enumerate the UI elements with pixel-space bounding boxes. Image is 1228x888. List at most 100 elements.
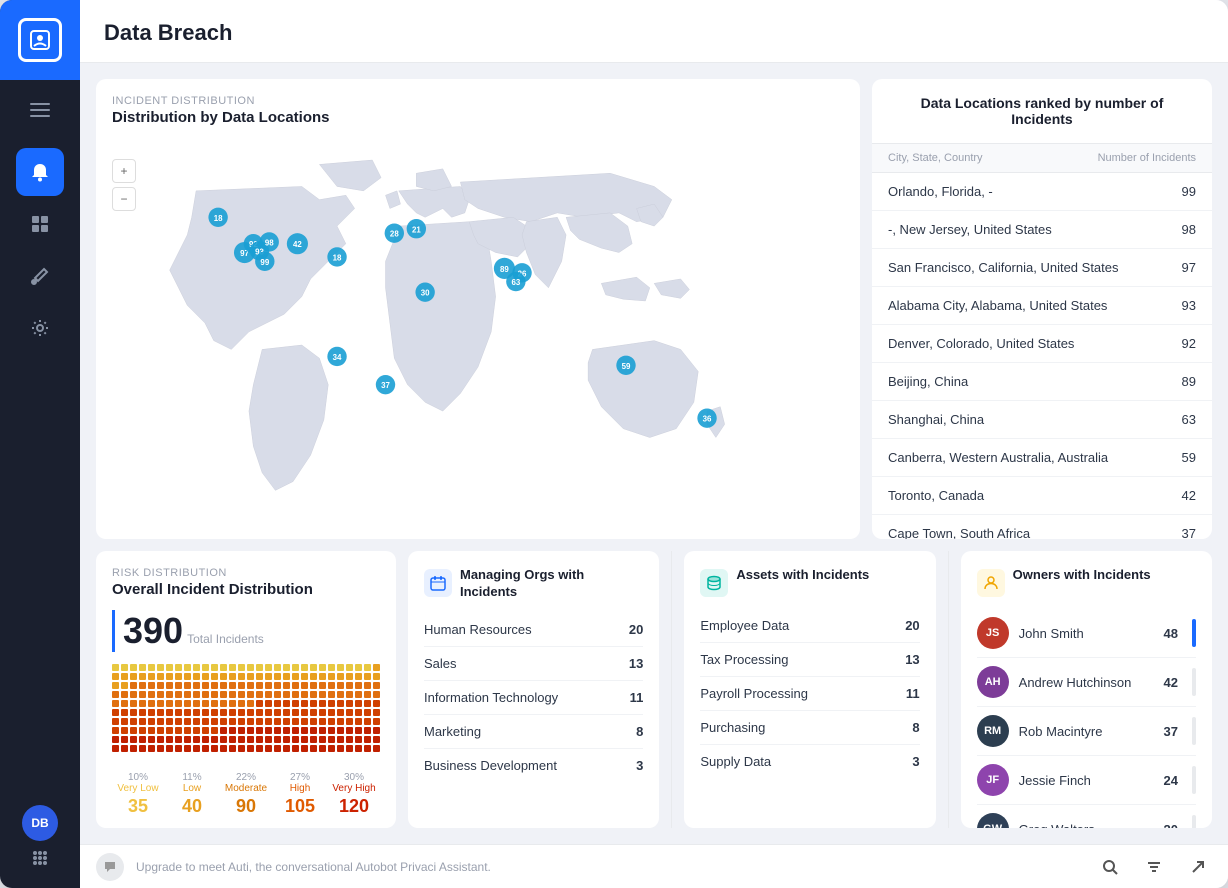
dot	[265, 709, 272, 716]
risk-name-low: Low	[166, 783, 218, 794]
menu-toggle-button[interactable]	[0, 88, 80, 132]
dot	[166, 736, 173, 743]
dot	[337, 682, 344, 689]
zoom-out-button[interactable]: −	[112, 187, 136, 211]
dot	[355, 745, 362, 752]
user-avatar[interactable]: DB	[22, 805, 58, 841]
svg-text:89: 89	[500, 265, 509, 274]
dot	[148, 745, 155, 752]
dot	[193, 718, 200, 725]
dot	[274, 664, 281, 671]
dot	[238, 673, 245, 680]
dot	[175, 709, 182, 716]
list-item: Sales 13	[424, 647, 643, 681]
dot	[247, 745, 254, 752]
dot	[220, 736, 227, 743]
location-text: Shanghai, China	[888, 412, 984, 427]
dot	[175, 700, 182, 707]
dot	[364, 673, 371, 680]
dot	[112, 718, 119, 725]
dot	[157, 664, 164, 671]
count-bar	[1192, 668, 1196, 696]
total-label: Total Incidents	[187, 632, 264, 646]
dot	[355, 736, 362, 743]
risk-count-moderate: 90	[220, 796, 272, 817]
dot	[220, 745, 227, 752]
avatar: JS	[977, 617, 1009, 649]
app-logo[interactable]	[0, 0, 80, 80]
avatar: RM	[977, 715, 1009, 747]
share-button[interactable]	[1184, 853, 1212, 881]
dot	[337, 727, 344, 734]
dot	[310, 664, 317, 671]
dot	[310, 700, 317, 707]
count-text: 93	[1182, 298, 1196, 313]
location-text: -, New Jersey, United States	[888, 222, 1052, 237]
dot	[166, 673, 173, 680]
sidebar-item-alerts[interactable]	[16, 148, 64, 196]
dot	[292, 745, 299, 752]
dot	[130, 727, 137, 734]
count-text: 59	[1182, 450, 1196, 465]
risk-count-low: 40	[166, 796, 218, 817]
dot	[274, 673, 281, 680]
dot	[247, 727, 254, 734]
dot	[256, 736, 263, 743]
dot	[211, 709, 218, 716]
dot	[202, 745, 209, 752]
dot	[220, 727, 227, 734]
dot	[229, 682, 236, 689]
ranking-rows: Orlando, Florida, - 99 -, New Jersey, Un…	[872, 173, 1212, 539]
risk-pct-very-low: 10%	[112, 772, 164, 783]
dot	[184, 682, 191, 689]
person-icon	[977, 569, 1005, 597]
org-count: 13	[629, 656, 643, 671]
dot	[157, 745, 164, 752]
dot	[211, 673, 218, 680]
dot	[112, 682, 119, 689]
dot	[310, 673, 317, 680]
risk-item-moderate: 22% Moderate 90	[220, 772, 272, 817]
risk-pct-moderate: 22%	[220, 772, 272, 783]
sidebar-item-dashboard[interactable]	[16, 200, 64, 248]
dot	[301, 745, 308, 752]
dot	[139, 745, 146, 752]
dot	[337, 718, 344, 725]
dot	[220, 673, 227, 680]
dot	[274, 727, 281, 734]
dot	[211, 718, 218, 725]
dot	[121, 709, 128, 716]
org-count: 8	[636, 724, 643, 739]
dot	[364, 691, 371, 698]
sidebar-item-settings[interactable]	[16, 304, 64, 352]
dot	[166, 700, 173, 707]
managing-orgs-card: Managing Orgs with Incidents Human Resou…	[408, 551, 659, 828]
asset-count: 11	[906, 686, 920, 701]
asset-label: Tax Processing	[700, 652, 788, 667]
list-item: Human Resources 20	[424, 613, 643, 647]
table-row: Canberra, Western Australia, Australia 5…	[872, 439, 1212, 477]
search-button[interactable]	[1096, 853, 1124, 881]
owners-card: Owners with Incidents JS John Smith 48 A…	[961, 551, 1212, 828]
dot	[112, 736, 119, 743]
sidebar-item-tools[interactable]	[16, 252, 64, 300]
dot	[292, 673, 299, 680]
top-row: Incident Distribution Distribution by Da…	[96, 79, 1212, 539]
zoom-in-button[interactable]: +	[112, 159, 136, 183]
count-text: 97	[1182, 260, 1196, 275]
dot-matrix: // We'll render dots inline via a helper…	[112, 664, 380, 764]
asset-count: 20	[905, 618, 919, 633]
grid-icon[interactable]	[31, 849, 49, 872]
table-row: Shanghai, China 63	[872, 401, 1212, 439]
dot	[301, 700, 308, 707]
dot	[112, 745, 119, 752]
risk-name-very-high: Very High	[328, 783, 380, 794]
filter-button[interactable]	[1140, 853, 1168, 881]
dot	[328, 727, 335, 734]
dot	[121, 700, 128, 707]
dot	[193, 664, 200, 671]
dot	[337, 709, 344, 716]
dot	[319, 664, 326, 671]
dot	[193, 727, 200, 734]
svg-text:42: 42	[293, 240, 302, 249]
